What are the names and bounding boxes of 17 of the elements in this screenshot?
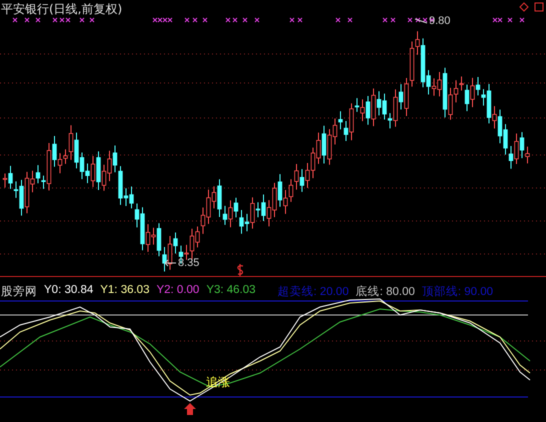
indicator-value: Y1: 36.03 <box>100 284 150 298</box>
reference-line-value: 顶部线: 90.00 <box>422 284 494 299</box>
high-price-label: 9.80 <box>429 15 450 27</box>
square-icon[interactable] <box>534 2 544 12</box>
indicator-name: 股旁网 <box>1 284 37 299</box>
indicator-value: Y2: 0.00 <box>156 284 200 298</box>
low-price-label: 8.35 <box>178 257 200 269</box>
diamond-icon[interactable] <box>519 2 529 12</box>
reference-line-value: 超卖线: 20.00 <box>278 284 349 299</box>
up-arrow-icon <box>184 403 196 415</box>
indicator-value: Y0: 30.84 <box>44 284 94 298</box>
chart-title: 平安银行(日线,前复权) <box>1 1 122 18</box>
indicator-value: Y3: 46.03 <box>206 284 256 298</box>
leader-line <box>414 17 428 25</box>
left-arrow-icon <box>164 259 177 267</box>
reference-line-value: 底线: 80.00 <box>356 284 415 299</box>
dollar-icon <box>237 263 244 276</box>
